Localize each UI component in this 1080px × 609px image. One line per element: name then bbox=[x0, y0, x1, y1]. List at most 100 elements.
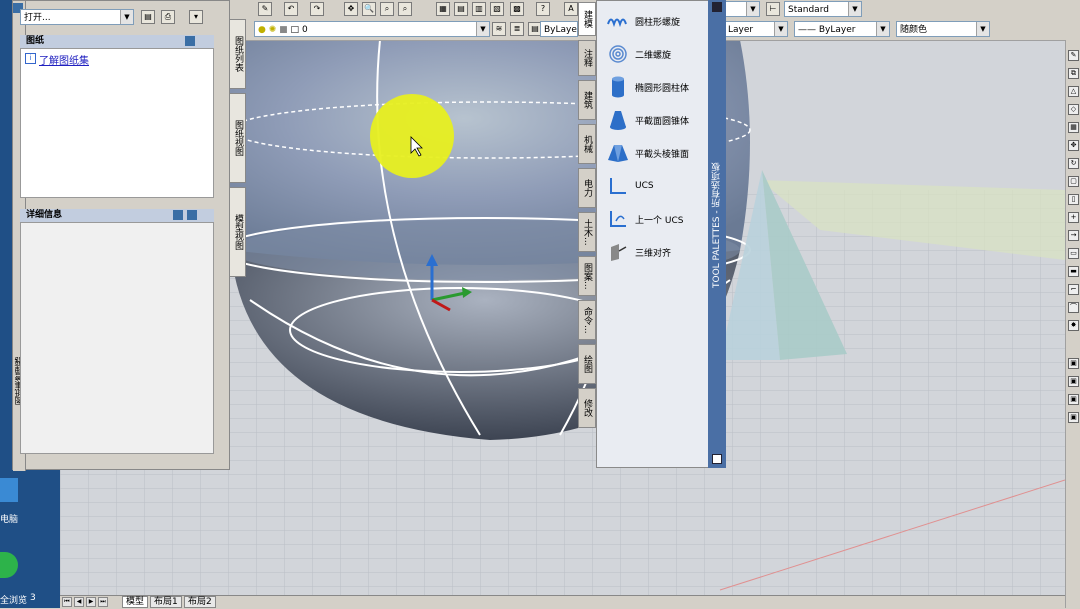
lineweight-combo[interactable]: —— ByLayer ▼ bbox=[794, 21, 890, 37]
calculator-icon[interactable]: ▩ bbox=[510, 2, 524, 16]
fillet-icon[interactable]: ⌒ bbox=[1068, 302, 1079, 313]
tab-hatch[interactable]: 图案... bbox=[578, 256, 596, 296]
zoom-previous-icon[interactable]: ⌕ bbox=[398, 2, 412, 16]
design-center-icon[interactable]: ▤ bbox=[454, 2, 468, 16]
tab-modify[interactable]: 修改 bbox=[578, 388, 596, 428]
erase-icon[interactable]: ✎ bbox=[1068, 50, 1079, 61]
layer-combo[interactable]: ● ✺ ■ □ 0 ▼ bbox=[254, 21, 490, 37]
layout-tabs-bar: ⏮ ◀ ▶ ⏭ 模型 布局1 布局2 bbox=[60, 595, 1065, 609]
tool-item[interactable]: 圆柱形螺旋 bbox=[607, 7, 715, 35]
publish-icon[interactable]: ⎙ bbox=[161, 10, 175, 24]
panel-toggle-icon[interactable] bbox=[185, 36, 195, 46]
sheet-set-icon[interactable]: ▧ bbox=[490, 2, 504, 16]
text-style-blank-combo[interactable]: ▼ bbox=[720, 1, 760, 17]
open-combo[interactable]: 打开... ▼ bbox=[20, 9, 134, 25]
light-source[interactable] bbox=[370, 94, 454, 178]
offset-icon[interactable]: ◇ bbox=[1068, 104, 1079, 115]
move-icon[interactable]: ✥ bbox=[1068, 140, 1079, 151]
tab-modeling[interactable]: 建模 bbox=[578, 2, 596, 36]
array-icon[interactable]: ▦ bbox=[1068, 122, 1079, 133]
tool-label: 椭圆形圆柱体 bbox=[635, 83, 690, 94]
tab-layout2[interactable]: 布局2 bbox=[184, 596, 216, 608]
pyramid-icon bbox=[607, 142, 629, 164]
tool-item[interactable]: 椭圆形圆柱体 bbox=[607, 73, 715, 101]
lineweight-value: ByLayer bbox=[818, 25, 856, 35]
tool-label: 平截面圆锥体 bbox=[635, 116, 690, 127]
details-toggle-icon[interactable] bbox=[173, 210, 183, 220]
tab-mechanical[interactable]: 机械 bbox=[578, 124, 596, 164]
view-options-icon[interactable]: ▾ bbox=[189, 10, 203, 24]
next-tab-icon[interactable]: ▶ bbox=[86, 597, 96, 607]
stretch-icon[interactable]: ▯ bbox=[1068, 194, 1079, 205]
tab-annotation[interactable]: 注释 bbox=[578, 40, 596, 76]
tab-sheet-list[interactable]: 图纸列表 bbox=[229, 19, 246, 89]
tab-model-views[interactable]: 模型视图 bbox=[229, 187, 246, 277]
browser-icon[interactable] bbox=[0, 552, 18, 578]
prev-tab-icon[interactable]: ◀ bbox=[74, 597, 84, 607]
color-value: ByLayer bbox=[544, 25, 578, 35]
tool-item[interactable]: 三维对齐 bbox=[607, 238, 715, 266]
text-style-icon[interactable]: A bbox=[564, 2, 578, 16]
scale-icon[interactable]: ▢ bbox=[1068, 176, 1079, 187]
tool-item[interactable]: 平截头棱锥面 bbox=[607, 139, 715, 167]
pencil-icon[interactable]: ✎ bbox=[258, 2, 272, 16]
redo-icon[interactable]: ↷ bbox=[310, 2, 324, 16]
tool-item[interactable]: UCS bbox=[607, 172, 715, 200]
dimension-style-icon[interactable]: ⊢ bbox=[766, 2, 780, 16]
learn-sheet-sets-link[interactable]: 了解图纸集 bbox=[39, 52, 89, 67]
tab-draw[interactable]: 绘图 bbox=[578, 344, 596, 384]
tool-label: 三维对齐 bbox=[635, 248, 672, 259]
undo-icon[interactable]: ↶ bbox=[284, 2, 298, 16]
desktop-label-computer: 电脑 bbox=[0, 515, 19, 525]
layer-previous-icon[interactable]: ≋ bbox=[492, 22, 506, 36]
join-icon[interactable]: ▬ bbox=[1068, 266, 1079, 277]
properties-icon[interactable]: ▦ bbox=[436, 2, 450, 16]
text-front-icon[interactable]: ▣ bbox=[1068, 412, 1079, 423]
zoom-realtime-icon[interactable]: 🔍 bbox=[362, 2, 376, 16]
draworder-icon[interactable]: ▣ bbox=[1068, 358, 1079, 369]
copy-icon[interactable]: ⧉ bbox=[1068, 68, 1079, 79]
helix-icon bbox=[607, 10, 629, 32]
preview-toggle-icon[interactable] bbox=[187, 210, 197, 220]
last-tab-icon[interactable]: ⏭ bbox=[98, 597, 108, 607]
info-icon: i bbox=[25, 53, 36, 64]
tab-electrical[interactable]: 电力 bbox=[578, 168, 596, 208]
tab-sheet-views[interactable]: 图纸视图 bbox=[229, 93, 246, 183]
make-layer-current-icon[interactable]: ≣ bbox=[510, 22, 524, 36]
extend-icon[interactable]: → bbox=[1068, 230, 1079, 241]
new-sheet-icon[interactable]: ▤ bbox=[141, 10, 155, 24]
tool-palettes-icon[interactable]: ▥ bbox=[472, 2, 486, 16]
properties-menu-icon[interactable] bbox=[712, 454, 722, 464]
tool-item[interactable]: 平截面圆锥体 bbox=[607, 106, 715, 134]
pan-icon[interactable]: ✥ bbox=[344, 2, 358, 16]
help-icon[interactable]: ? bbox=[536, 2, 550, 16]
cone-icon bbox=[607, 109, 629, 131]
sheet-set-manager: 图纸集管理器 打开... ▼ ▤ ⎙ ▾ 图纸 i 了解图纸集 详细信息 图纸列表… bbox=[12, 0, 246, 471]
trim-icon[interactable]: + bbox=[1068, 212, 1079, 223]
tab-model[interactable]: 模型 bbox=[122, 596, 149, 608]
layer-name: 0 bbox=[301, 25, 308, 35]
tool-item[interactable]: 二维螺旋 bbox=[607, 40, 715, 68]
tab-civil[interactable]: 土木... bbox=[578, 212, 596, 252]
computer-icon[interactable] bbox=[0, 478, 18, 502]
text-style-combo[interactable]: Standard ▼ bbox=[784, 1, 862, 17]
close-icon[interactable] bbox=[712, 2, 722, 12]
tab-layout1[interactable]: 布局1 bbox=[150, 596, 182, 608]
linetype-combo[interactable]: Layer ▼ bbox=[724, 21, 788, 37]
sheets-panel-title: 图纸 bbox=[26, 36, 45, 46]
rotate-icon[interactable]: ↻ bbox=[1068, 158, 1079, 169]
tool-palette: 圆柱形螺旋 二维螺旋 椭圆形圆柱体 平截面圆锥体 平截头棱锥面 UCS 上一个 … bbox=[596, 0, 726, 468]
tool-item[interactable]: 上一个 UCS bbox=[607, 205, 715, 233]
break-icon[interactable]: ▭ bbox=[1068, 248, 1079, 259]
chamfer-icon[interactable]: ⌐ bbox=[1068, 284, 1079, 295]
first-tab-icon[interactable]: ⏮ bbox=[62, 597, 72, 607]
tab-architectural[interactable]: 建筑 bbox=[578, 80, 596, 120]
bring-front-icon[interactable]: ▣ bbox=[1068, 376, 1079, 387]
send-back-icon[interactable]: ▣ bbox=[1068, 394, 1079, 405]
zoom-window-icon[interactable]: ⌕ bbox=[380, 2, 394, 16]
explode-icon[interactable]: ✸ bbox=[1068, 320, 1079, 331]
mirror-icon[interactable]: △ bbox=[1068, 86, 1079, 97]
tab-command[interactable]: 命令... bbox=[578, 300, 596, 340]
color-combo[interactable]: ByLayer bbox=[540, 21, 578, 37]
plot-style-combo[interactable]: 随颜色 ▼ bbox=[896, 21, 990, 37]
